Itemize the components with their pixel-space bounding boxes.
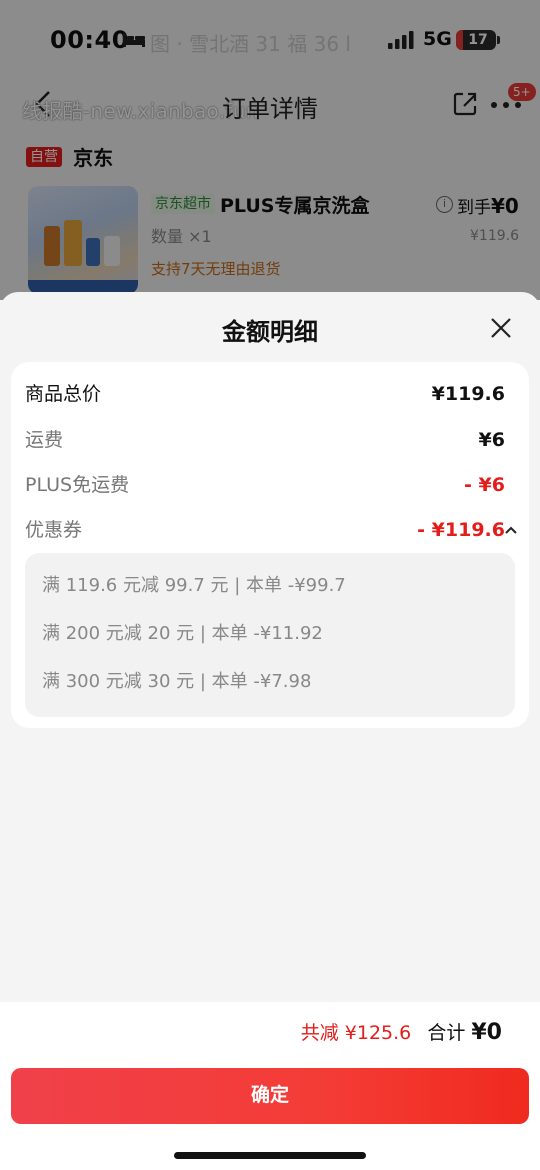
price-summary: 共减 ¥125.6 合计 ¥0 (301, 1020, 502, 1046)
footer-bar: 共减 ¥125.6 合计 ¥0 确定 (0, 1002, 540, 1170)
home-indicator[interactable] (174, 1152, 366, 1159)
amount-card: 商品总价 ¥119.6 运费 ¥6 PLUS免运费 - ¥6 优惠券 - ¥11… (11, 362, 529, 728)
sheet-title: 金额明细 (222, 318, 318, 346)
shipping-value: ¥6 (478, 429, 505, 451)
total-saved: 共减 ¥125.6 (300, 1022, 412, 1044)
goods-total-value: ¥119.6 (431, 383, 505, 405)
chevron-up-icon[interactable] (505, 526, 517, 534)
row-coupon[interactable]: 优惠券 - ¥119.6 (25, 515, 517, 545)
shipping-label: 运费 (25, 429, 64, 451)
total-amount: ¥0 (471, 1020, 502, 1045)
coupon-item: 满 119.6 元减 99.7 元 | 本单 -¥99.7 (42, 575, 346, 596)
close-icon[interactable] (489, 316, 513, 340)
row-shipping: 运费 ¥6 (25, 425, 505, 455)
goods-total-label: 商品总价 (25, 383, 102, 405)
plus-free-shipping-value: - ¥6 (464, 474, 505, 496)
total-label: 合计 (427, 1022, 466, 1044)
coupon-value: - ¥119.6 (417, 519, 505, 541)
plus-free-shipping-label: PLUS免运费 (25, 474, 130, 496)
coupon-label: 优惠券 (25, 519, 83, 541)
row-goods-total: 商品总价 ¥119.6 (25, 379, 505, 409)
confirm-button[interactable]: 确定 (11, 1068, 529, 1124)
coupon-item: 满 200 元减 20 元 | 本单 -¥11.92 (42, 623, 323, 644)
coupon-details: 满 119.6 元减 99.7 元 | 本单 -¥99.7 满 200 元减 2… (25, 553, 515, 717)
modal-overlay[interactable] (0, 0, 540, 300)
row-plus-free-shipping: PLUS免运费 - ¥6 (25, 470, 505, 500)
coupon-item: 满 300 元减 30 元 | 本单 -¥7.98 (42, 671, 312, 692)
